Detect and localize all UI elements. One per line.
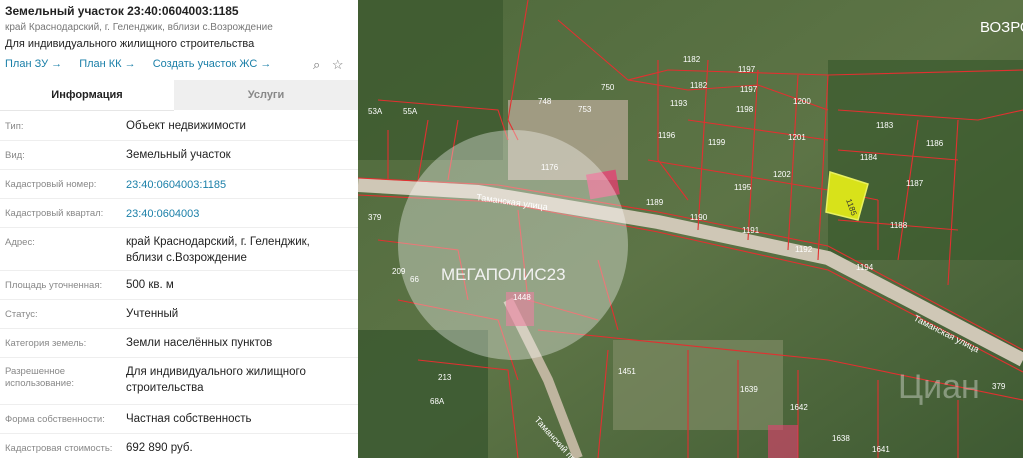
plot-label: 55А xyxy=(403,107,418,116)
page-title: Земельный участок 23:40:0604003:1185 xyxy=(5,4,239,18)
cadastral-map[interactable]: 1185 1182 1197 1183 1186 1184 1187 1193 … xyxy=(357,0,1023,463)
plot-label: 1196 xyxy=(658,131,676,140)
address-subtitle: край Краснодарский, г. Геленджик, вблизи… xyxy=(5,22,273,33)
row-label: Форма собственности: xyxy=(5,414,105,425)
plot-label: 1190 xyxy=(690,213,708,222)
row-label: Кадастровый квартал: xyxy=(5,208,104,219)
row-label: Вид: xyxy=(5,150,25,161)
cian-watermark: Циан xyxy=(898,368,980,406)
plot-label: 748 xyxy=(538,97,552,106)
row-label: Разрешенное использование: xyxy=(5,366,75,389)
card-tools: ⌕ ☆ xyxy=(305,57,344,73)
create-plot-link[interactable]: Создать участок ЖС → xyxy=(153,58,272,70)
row-cadastral-quarter: Кадастровый квартал: 23:40:0604003 xyxy=(0,199,358,228)
row-value: Земли населённых пунктов xyxy=(126,337,273,349)
plot-label: 1182 xyxy=(690,81,708,90)
row-label: Тип: xyxy=(5,121,24,132)
plot-label: 53А xyxy=(368,107,383,116)
plot-label: 1195 xyxy=(734,183,752,192)
tab-info[interactable]: Информация xyxy=(0,80,174,111)
plot-label: 1188 xyxy=(890,221,908,230)
row-area: Площадь уточненная: 500 кв. м xyxy=(0,271,358,300)
row-address: Адрес: край Краснодарский, г. Геленджик,… xyxy=(0,228,358,271)
plot-label: 1200 xyxy=(793,97,811,106)
row-label: Площадь уточненная: xyxy=(5,280,103,291)
plot-label: 750 xyxy=(601,83,615,92)
row-label: Адрес: xyxy=(5,237,35,248)
plot-label: 1189 xyxy=(646,198,664,207)
plot-label: 1197 xyxy=(738,65,756,74)
plot-label: 1197 xyxy=(740,85,758,94)
cadastral-quarter-link[interactable]: 23:40:0604003 xyxy=(126,206,346,222)
row-ownership: Форма собственности: Частная собственнос… xyxy=(0,405,358,434)
row-kind: Вид: Земельный участок xyxy=(0,141,358,170)
plot-label: 1638 xyxy=(832,434,850,443)
plot-label: 753 xyxy=(578,105,592,114)
plot-label: 1192 xyxy=(795,245,813,254)
plot-label: 1187 xyxy=(906,179,924,188)
row-value: Для индивидуального жилищного строительс… xyxy=(126,366,306,394)
plot-label: 1201 xyxy=(788,133,806,142)
action-links: План ЗУ → План КК → Создать участок ЖС → xyxy=(5,58,285,70)
watermark-text: МЕГАПОЛИС23 xyxy=(441,265,566,284)
plot-label: 1193 xyxy=(670,99,688,108)
plot-label: 1186 xyxy=(926,139,944,148)
building xyxy=(768,425,798,458)
map-canvas[interactable]: 1185 1182 1197 1183 1186 1184 1187 1193 … xyxy=(357,0,1023,463)
star-icon[interactable]: ☆ xyxy=(332,57,344,72)
row-cadastral-value: Кадастровая стоимость: 692 890 руб. xyxy=(0,434,358,458)
plot-label: 1202 xyxy=(773,170,791,179)
row-type: Тип: Объект недвижимости xyxy=(0,112,358,141)
row-label: Кадастровый номер: xyxy=(5,179,97,190)
plot-label: 68А xyxy=(430,397,445,406)
info-panel: Земельный участок 23:40:0604003:1185 кра… xyxy=(0,0,359,458)
row-land-category: Категория земель: Земли населённых пункт… xyxy=(0,329,358,358)
plot-label: 1191 xyxy=(742,226,760,235)
plan-kk-link[interactable]: План КК → xyxy=(79,58,135,70)
row-value: 692 890 руб. xyxy=(126,442,193,454)
row-value: Земельный участок xyxy=(126,149,231,161)
plot-label: 1641 xyxy=(872,445,890,454)
row-value: край Краснодарский, г. Геленджик, вблизи… xyxy=(126,236,310,264)
plot-label: 379 xyxy=(368,213,382,222)
watermark-circle xyxy=(398,130,628,360)
row-label: Категория земель: xyxy=(5,338,87,349)
row-value: Частная собственность xyxy=(126,413,252,425)
row-cadastral-number: Кадастровый номер: 23:40:0604003:1185 xyxy=(0,170,358,199)
plot-label: 1183 xyxy=(876,121,894,130)
row-status: Статус: Учтенный xyxy=(0,300,358,329)
row-permitted-use: Разрешенное использование: Для индивидуа… xyxy=(0,358,358,405)
search-zoom-icon[interactable]: ⌕ xyxy=(313,57,320,72)
plot-label: 1182 xyxy=(683,55,701,64)
row-value: Учтенный xyxy=(126,308,179,320)
plot-label: 1639 xyxy=(740,385,758,394)
village-label: ВОЗРО xyxy=(980,19,1023,36)
tab-bar: Информация Услуги xyxy=(0,80,358,111)
plot-label: 1451 xyxy=(618,367,636,376)
forest-area xyxy=(828,60,1023,260)
plan-zu-link[interactable]: План ЗУ → xyxy=(5,58,62,70)
row-label: Статус: xyxy=(5,309,38,320)
plot-label: 213 xyxy=(438,373,452,382)
purpose-text: Для индивидуального жилищного строительс… xyxy=(5,38,255,50)
plot-label: 1184 xyxy=(860,153,878,162)
cadastral-number-link[interactable]: 23:40:0604003:1185 xyxy=(126,177,346,193)
plot-label: 1199 xyxy=(708,138,726,147)
plot-label: 379 xyxy=(992,382,1006,391)
row-value: Объект недвижимости xyxy=(126,120,246,132)
row-label: Кадастровая стоимость: xyxy=(5,443,113,454)
tab-services[interactable]: Услуги xyxy=(174,80,358,110)
row-value: 500 кв. м xyxy=(126,279,174,291)
plot-label: 1194 xyxy=(856,263,874,272)
plot-label: 1642 xyxy=(790,403,808,412)
plot-label: 1198 xyxy=(736,105,754,114)
